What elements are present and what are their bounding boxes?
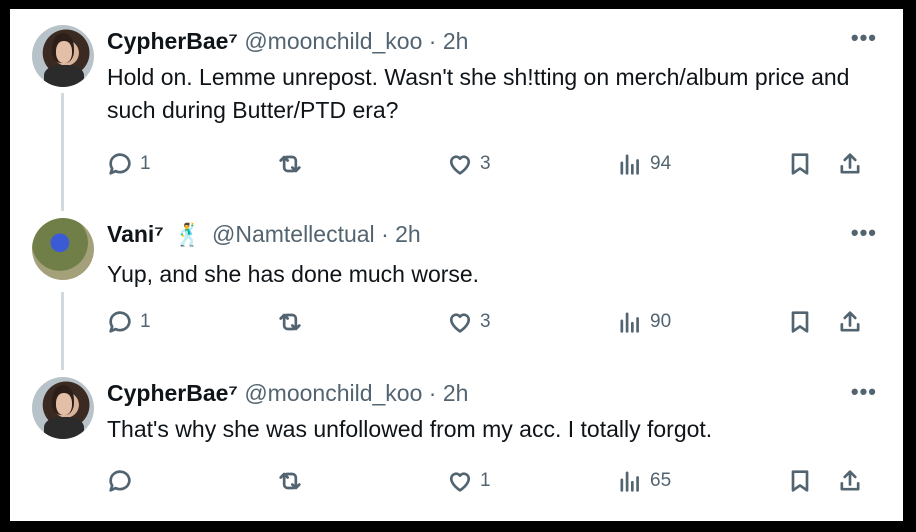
reply-icon <box>109 153 131 175</box>
bookmark-icon <box>791 470 809 492</box>
reply-button[interactable]: 1 <box>106 305 151 339</box>
username[interactable]: @Namtellectual <box>212 221 375 247</box>
bookmark-icon <box>791 153 809 175</box>
bookmark-icon <box>791 311 809 333</box>
reply-count: 1 <box>140 153 151 174</box>
more-options-icon[interactable]: ••• <box>851 25 877 51</box>
share-icon <box>840 311 860 332</box>
like-icon <box>449 155 471 175</box>
share-button[interactable] <box>836 464 864 498</box>
more-options-icon[interactable]: ••• <box>851 379 877 405</box>
username[interactable]: @moonchild_koo <box>244 380 422 406</box>
avatar[interactable] <box>32 218 94 280</box>
reply-icon <box>109 470 131 492</box>
views-button[interactable]: 94 <box>616 147 671 181</box>
reply-icon <box>109 311 131 333</box>
tweet-actions: 1 65 <box>10 464 903 498</box>
like-button[interactable]: 3 <box>446 147 491 181</box>
views-icon <box>620 471 639 492</box>
avatar[interactable] <box>32 25 94 87</box>
more-options-icon[interactable]: ••• <box>851 220 877 246</box>
share-button[interactable] <box>836 305 864 339</box>
timestamp[interactable]: · 2h <box>429 380 469 406</box>
share-icon <box>840 470 860 491</box>
views-button[interactable]: 90 <box>616 305 671 339</box>
repost-icon <box>279 313 301 331</box>
like-icon <box>449 313 471 333</box>
like-count: 3 <box>480 153 491 174</box>
views-count: 65 <box>650 470 672 491</box>
avatar[interactable] <box>32 377 94 439</box>
like-icon <box>449 472 471 492</box>
like-count: 3 <box>480 311 491 332</box>
tweet-text: That's why she was unfollowed from my ac… <box>107 416 713 442</box>
reply-button[interactable] <box>106 464 140 498</box>
share-icon <box>840 153 860 174</box>
tweet-text: Yup, and she has done much worse. <box>107 261 480 287</box>
like-button[interactable]: 3 <box>446 305 491 339</box>
views-count: 94 <box>650 153 672 174</box>
timestamp[interactable]: · 2h <box>381 221 421 247</box>
tweet-header: CypherBae⁷ @moonchild_koo · 2h <box>107 379 468 407</box>
display-name[interactable]: CypherBae⁷ <box>107 380 238 406</box>
like-button[interactable]: 1 <box>446 464 491 498</box>
views-count: 90 <box>650 311 672 332</box>
repost-icon <box>279 155 301 173</box>
views-button[interactable]: 65 <box>616 464 671 498</box>
tweet-thread: CypherBae⁷ @moonchild_koo · 2h ••• Hold … <box>10 9 903 521</box>
tweet-actions: 1 3 90 <box>10 305 903 339</box>
dancer-emoji-icon: 🕺 <box>174 222 202 247</box>
display-name[interactable]: Vani⁷ <box>107 221 164 247</box>
tweet-header: CypherBae⁷ @moonchild_koo · 2h <box>107 27 468 55</box>
like-count: 1 <box>480 470 491 491</box>
repost-button[interactable] <box>276 464 310 498</box>
timestamp[interactable]: · 2h <box>429 28 469 54</box>
reply-count: 1 <box>140 311 151 332</box>
reply-button[interactable]: 1 <box>106 147 151 181</box>
tweet-actions: 1 3 94 <box>10 147 903 181</box>
bookmark-button[interactable] <box>786 305 814 339</box>
tweet-header: Vani⁷ 🕺 @Namtellectual · 2h <box>107 220 421 249</box>
views-icon <box>620 154 639 175</box>
tweet-text: Hold on. Lemme unrepost. Wasn't she sh!t… <box>107 64 850 123</box>
display-name[interactable]: CypherBae⁷ <box>107 28 238 54</box>
bookmark-button[interactable] <box>786 147 814 181</box>
repost-button[interactable] <box>276 305 310 339</box>
bookmark-button[interactable] <box>786 464 814 498</box>
repost-button[interactable] <box>276 147 310 181</box>
username[interactable]: @moonchild_koo <box>244 28 422 54</box>
repost-icon <box>279 472 301 490</box>
share-button[interactable] <box>836 147 864 181</box>
views-icon <box>620 312 639 333</box>
